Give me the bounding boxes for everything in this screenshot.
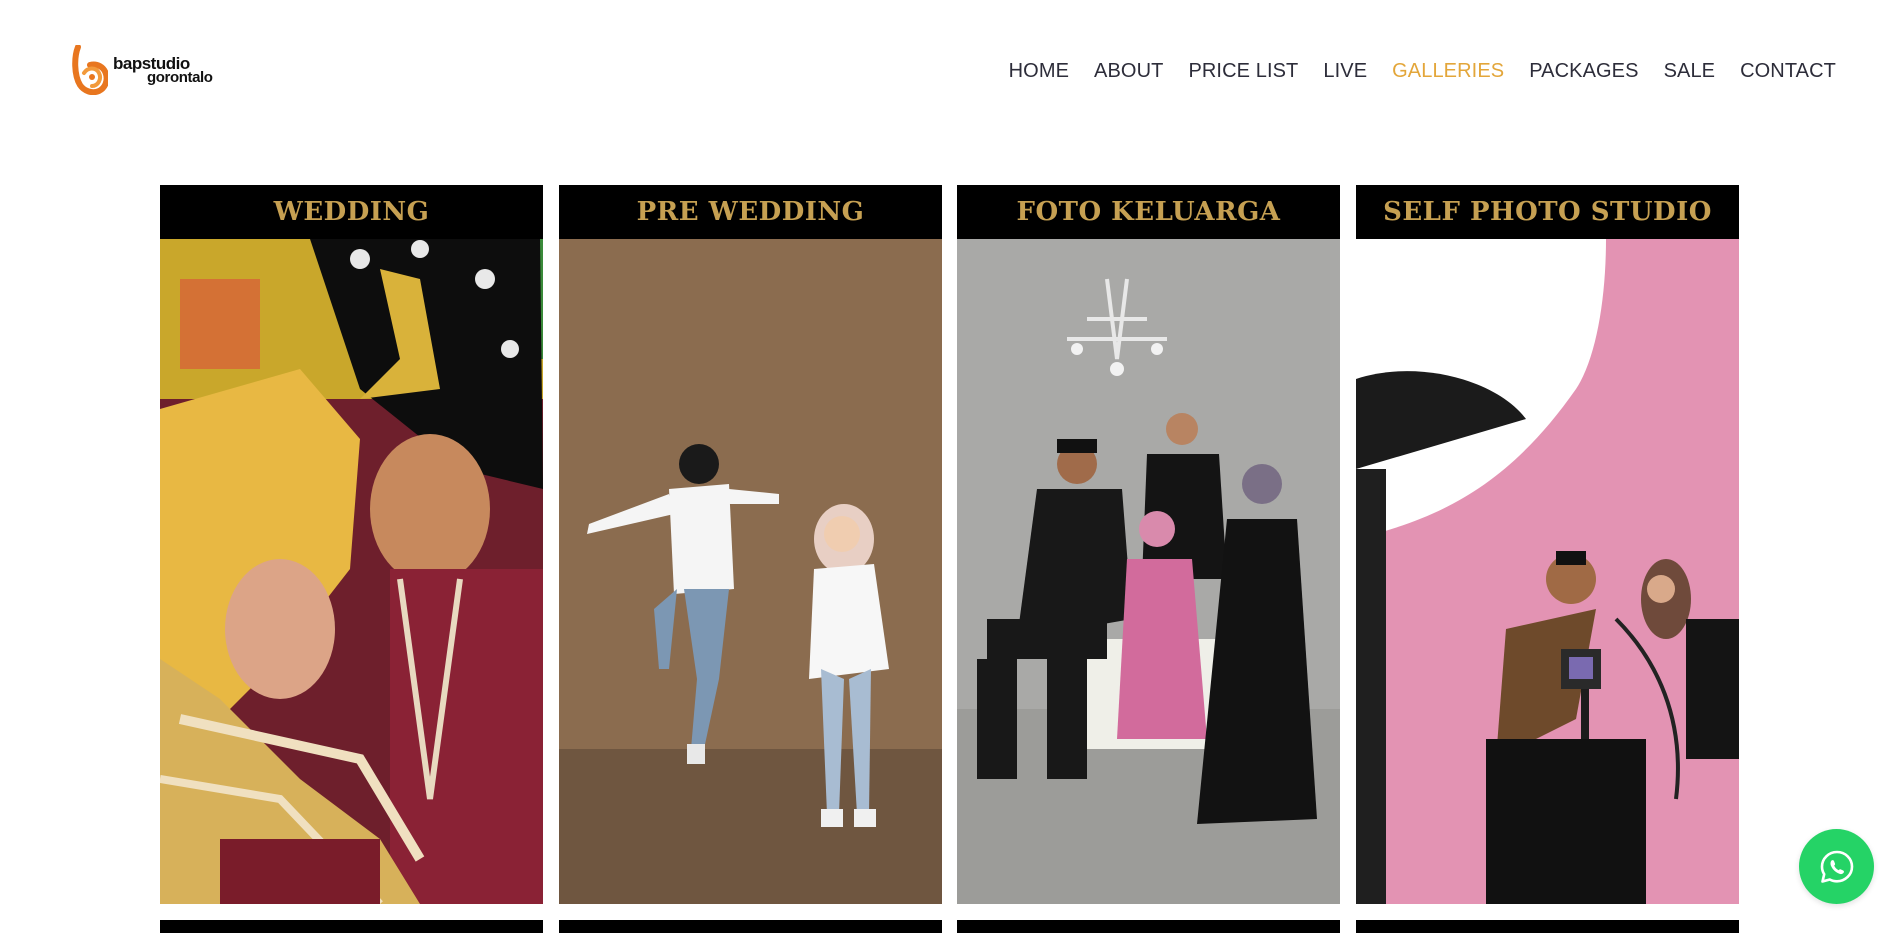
main-nav: HOME ABOUT PRICE LIST LIVE GALLERIES PAC… bbox=[1009, 58, 1836, 84]
gallery-card-pre-wedding[interactable]: PRE WEDDING bbox=[559, 185, 942, 904]
nav-packages[interactable]: PACKAGES bbox=[1529, 58, 1638, 84]
gallery-card-wedding[interactable]: WEDDING bbox=[160, 185, 543, 904]
nav-contact[interactable]: CONTACT bbox=[1740, 58, 1836, 84]
pre-wedding-photo bbox=[559, 239, 942, 904]
nav-live[interactable]: LIVE bbox=[1323, 58, 1367, 84]
nav-galleries[interactable]: GALLERIES bbox=[1392, 58, 1504, 84]
brand-location: gorontalo bbox=[147, 69, 213, 86]
gallery-title: FOTO KELUARGA bbox=[1016, 197, 1281, 227]
gallery-title: WEDDING bbox=[273, 197, 430, 227]
family-photo bbox=[957, 239, 1340, 904]
nav-price-list[interactable]: PRICE LIST bbox=[1188, 58, 1298, 84]
gallery-title: PRE WEDDING bbox=[636, 197, 865, 227]
whatsapp-chat-button[interactable] bbox=[1799, 829, 1874, 904]
aperture-logo-icon bbox=[72, 45, 108, 95]
nav-sale[interactable]: SALE bbox=[1664, 58, 1716, 84]
whatsapp-icon bbox=[1820, 850, 1853, 883]
gallery-card-next-row[interactable] bbox=[957, 920, 1340, 933]
gallery-card-next-row[interactable] bbox=[1356, 920, 1739, 933]
brand-logo[interactable]: bapstudio gorontalo bbox=[72, 45, 213, 95]
wedding-photo bbox=[160, 239, 543, 904]
nav-about[interactable]: ABOUT bbox=[1094, 58, 1163, 84]
nav-home[interactable]: HOME bbox=[1009, 58, 1069, 84]
gallery-card-next-row[interactable] bbox=[160, 920, 543, 933]
gallery-card-self-photo-studio[interactable]: SELF PHOTO STUDIO bbox=[1356, 185, 1739, 904]
self-photo-studio-photo bbox=[1356, 239, 1739, 904]
gallery-card-next-row[interactable] bbox=[559, 920, 942, 933]
gallery-card-foto-keluarga[interactable]: FOTO KELUARGA bbox=[957, 185, 1340, 904]
gallery-title: SELF PHOTO STUDIO bbox=[1383, 197, 1712, 227]
